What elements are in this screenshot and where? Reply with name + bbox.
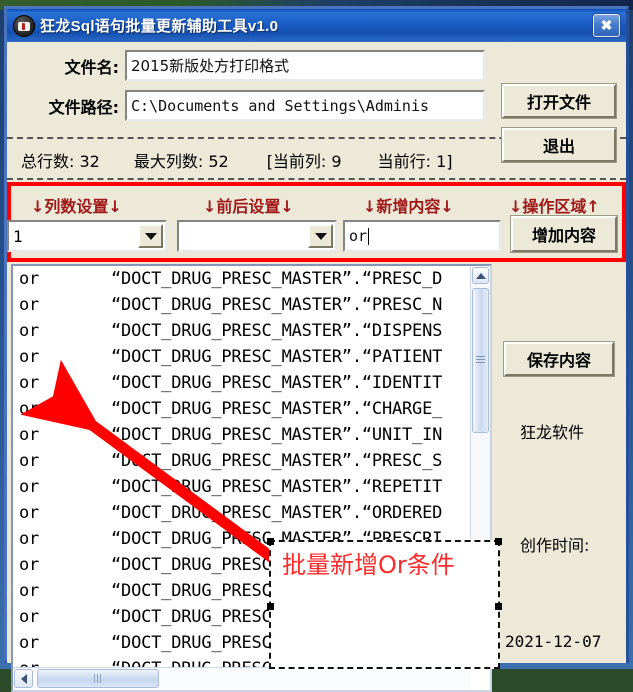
title-bar: 狂龙Sql语句批量更新辅助工具v1.0 ✖ — [7, 9, 626, 42]
new-content-input-value: or — [349, 227, 368, 245]
list-item[interactable]: or “DOCT_DRUG_PRESC_MASTER”.“PRESC_N — [13, 292, 471, 318]
list-item-text: “DOCT_DRUG_PRESC_MASTER”.“PRESCRI — [111, 529, 443, 549]
chevron-down-icon[interactable] — [138, 224, 163, 248]
chevron-down-icon[interactable] — [308, 224, 333, 248]
text-caret — [368, 227, 370, 245]
scroll-left-icon[interactable] — [14, 669, 33, 688]
list-item-prefix: or — [19, 295, 40, 315]
list-item[interactable]: or “DOCT_DRUG_PRESC — [13, 604, 471, 630]
max-columns-label: 最大列数: 52 — [133, 152, 229, 171]
sql-list-rows: or “DOCT_DRUG_PRESC_MASTER”.“PRESC_D or “DO… — [13, 266, 471, 668]
list-item-prefix: or — [19, 425, 40, 445]
stats-row: 总行数: 32 最大列数: 52 [当前列: 9 当前行: 1] — [7, 142, 626, 180]
list-item-text: “DOCT_DRUG_PRESC_MASTER”.“CHARGE_ — [111, 399, 443, 419]
scroll-up-icon[interactable] — [472, 267, 489, 284]
new-content-label: ↓新增内容↓ — [363, 197, 454, 216]
list-item-prefix: or — [19, 269, 40, 289]
window-title: 狂龙Sql语句批量更新辅助工具v1.0 — [40, 18, 279, 35]
list-item-text: “DOCT_DRUG_PRESC — [111, 633, 272, 653]
list-item-prefix: or — [19, 477, 40, 497]
list-item[interactable]: or “DOCT_DRUG_PRESC — [13, 578, 471, 604]
list-item-prefix: or — [19, 373, 40, 393]
vertical-scrollbar[interactable] — [470, 266, 490, 668]
file-name-input[interactable]: 2015新版处方打印格式 — [125, 50, 485, 81]
list-item[interactable]: or “DOCT_DRUG_PRESC_MASTER”.“PATIENT — [13, 344, 471, 370]
list-item[interactable]: or “DOCT_DRUG_PRESC_MASTER”.“ORDERED — [13, 500, 471, 526]
list-item[interactable]: or “DOCT_DRUG_PRESC_MASTER”.“PRESC_D — [13, 266, 471, 292]
controls-highlight-box: ↓列数设置↓ ↓前后设置↓ ↓新增内容↓ ↓操作区域↑ 1 or 增加内容 — [7, 182, 626, 262]
file-path-input[interactable]: C:\Documents and Settings\Adminis — [125, 90, 485, 121]
add-content-button[interactable]: 增加内容 — [511, 216, 617, 252]
list-item[interactable]: or “DOCT_DRUG_PRESC_MASTER”.“DISPENS — [13, 318, 471, 344]
list-item-text: “DOCT_DRUG_PRESC_MASTER”.“UNIT_IN — [111, 425, 443, 445]
list-item-prefix: or — [19, 529, 40, 549]
list-item[interactable]: or “DOCT_DRUG_PRESC_MASTER”.“CHARGE_ — [13, 396, 471, 422]
open-file-button[interactable]: 打开文件 — [502, 84, 616, 118]
horizontal-scroll-thumb[interactable] — [37, 669, 159, 688]
list-item-text: “DOCT_DRUG_PRESC_MASTER”.“IDENTIT — [111, 373, 443, 393]
new-content-input[interactable]: or — [343, 220, 501, 252]
list-item-text: “DOCT_DRUG_PRESC_MASTER”.“PRESC_N — [111, 295, 443, 315]
total-rows-label: 总行数: 32 — [21, 152, 100, 171]
current-row-label: 当前行: 1] — [377, 152, 453, 171]
list-item[interactable]: or “DOCT_DRUG_PRESC_MASTER”.“PRESCRI — [13, 526, 471, 552]
brand-label: 狂龙软件 — [520, 423, 585, 442]
vertical-scroll-thumb[interactable] — [472, 288, 489, 433]
file-path-row: 文件路径: C:\Documents and Settings\Adminis — [7, 90, 485, 121]
list-item-prefix: or — [19, 451, 40, 471]
list-item[interactable]: or “DOCT_DRUG_PRESC_MASTER”.“PRESC_S — [13, 448, 471, 474]
list-item-text: “DOCT_DRUG_PRESC_DETAIL”.“LTEM_NO — [111, 555, 443, 575]
list-item-prefix: or — [19, 347, 40, 367]
list-item[interactable]: or “DOCT_DRUG_PRESC_MASTER”.“UNIT_IN — [13, 422, 471, 448]
list-item-prefix: or — [19, 321, 40, 341]
list-item-prefix: or — [19, 555, 40, 575]
list-item-prefix: or — [19, 503, 40, 523]
file-name-label: 文件名: — [64, 57, 119, 77]
column-setting-label: ↓列数设置↓ — [31, 197, 122, 216]
file-name-row: 文件名: 2015新版处方打印格式 — [7, 50, 485, 81]
list-item-text: “DOCT_DRUG_PRESC_MASTER”.“PRESC_S — [111, 451, 443, 471]
list-item[interactable]: or “DOCT_DRUG_PRESC_MASTER”.“REPETIT — [13, 474, 471, 500]
list-item-text: “DOCT_DRUG_PRESC_MASTER”.“PATIENT — [111, 347, 443, 367]
list-item-text: “DOCT_DRUG_PRESC_MASTER”.“DISPENS — [111, 321, 443, 341]
controls-label-row: ↓列数设置↓ ↓前后设置↓ ↓新增内容↓ ↓操作区域↑ — [11, 191, 622, 217]
position-setting-label: ↓前后设置↓ — [203, 197, 294, 216]
list-item[interactable]: or “DOCT_DRUG_PRESC — [13, 630, 471, 656]
position-select[interactable] — [177, 220, 337, 252]
list-item-text: “DOCT_DRUG_PRESC — [111, 581, 272, 601]
created-time-label: 创作时间: — [520, 536, 590, 555]
horizontal-scrollbar[interactable] — [13, 667, 471, 690]
list-item-text: “DOCT_DRUG_PRESC_MASTER”.“REPETIT — [111, 477, 443, 497]
app-logo-icon — [13, 14, 35, 37]
created-date-value: 2021-12-07 — [505, 632, 602, 651]
column-select-value: 1 — [13, 226, 23, 246]
list-item-text: “DOCT_DRUG_PRESC_MASTER”.“PRESC_D — [111, 269, 443, 289]
save-content-button[interactable]: 保存内容 — [504, 342, 614, 376]
file-path-label: 文件路径: — [48, 97, 119, 117]
list-item-prefix: or — [19, 633, 40, 653]
list-item-text: “DOCT_DRUG_PRESC_MASTER”.“ORDERED — [111, 503, 443, 523]
desktop-background: 狂龙Sql语句批量更新辅助工具v1.0 ✖ 文件名: 2015新版处方打印格式 … — [0, 0, 633, 692]
list-item-prefix: or — [19, 581, 40, 601]
list-item[interactable]: or “DOCT_DRUG_PRESC_DETAIL”.“LTEM_NO — [13, 552, 471, 578]
window-client-area: 文件名: 2015新版处方打印格式 文件路径: C:\Documents and… — [7, 42, 626, 692]
list-item-text: “DOCT_DRUG_PRESC — [111, 607, 272, 627]
column-select[interactable]: 1 — [7, 220, 167, 252]
sql-list-box[interactable]: or “DOCT_DRUG_PRESC_MASTER”.“PRESC_D or “DO… — [11, 264, 492, 692]
action-area-label: ↓操作区域↑ — [509, 197, 600, 216]
application-window: 狂龙Sql语句批量更新辅助工具v1.0 ✖ 文件名: 2015新版处方打印格式 … — [4, 6, 629, 692]
close-icon[interactable]: ✖ — [593, 14, 620, 37]
list-item-prefix: or — [19, 399, 40, 419]
current-column-label: [当前列: 9 — [266, 152, 342, 171]
list-item-prefix: or — [19, 607, 40, 627]
list-item[interactable]: or “DOCT_DRUG_PRESC_MASTER”.“IDENTIT — [13, 370, 471, 396]
